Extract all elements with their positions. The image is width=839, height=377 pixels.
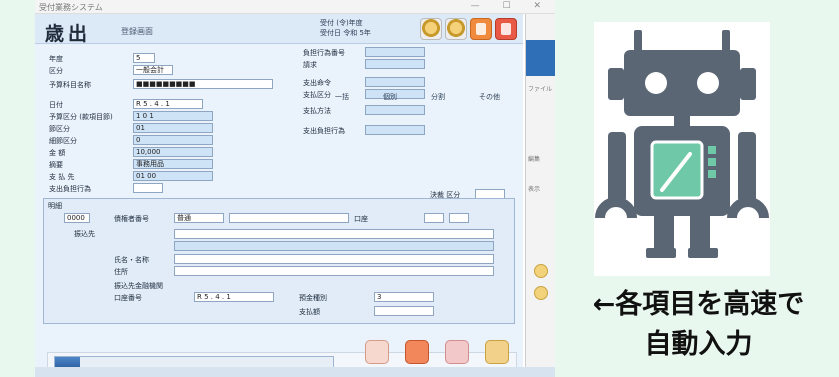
left-field-label: 年度: [49, 55, 63, 63]
right-field-label: 支出命令: [303, 79, 331, 87]
amount-label: 支払額: [299, 308, 320, 316]
address-label: 住所: [114, 268, 128, 276]
footer-button-4[interactable]: [485, 340, 509, 364]
left-field-input[interactable]: 01 00: [133, 171, 213, 181]
scroll-up-button[interactable]: [534, 264, 548, 278]
date-field[interactable]: R 5 . 4 . 1: [194, 292, 274, 302]
left-field-label: 金 額: [49, 149, 66, 157]
left-field-label: 日付: [49, 101, 63, 109]
left-field-input[interactable]: 5: [133, 53, 155, 63]
footer-button-1[interactable]: [365, 340, 389, 364]
folder-icon[interactable]: [445, 18, 467, 40]
footer-button-2[interactable]: [405, 340, 429, 364]
right-field-label: 支出負担行為: [303, 127, 345, 135]
left-field-input[interactable]: 0: [133, 135, 213, 145]
left-field-label: 支出負担行為: [49, 185, 91, 193]
address-field[interactable]: [174, 266, 494, 276]
background-window-header: [526, 40, 555, 76]
left-field-label: 支 払 先: [49, 173, 75, 181]
left-field-label: 細節区分: [49, 137, 77, 145]
right-field-input[interactable]: [365, 105, 425, 115]
left-field-input[interactable]: ■■■■■■■■■: [133, 79, 273, 89]
creditor-label: 債権者番号: [114, 215, 149, 223]
left-field-input[interactable]: 10,000: [133, 147, 213, 157]
right-field-input[interactable]: [365, 59, 425, 69]
taskbar: [35, 367, 555, 377]
right-field-label: 請求: [303, 61, 317, 69]
account-label: 口座: [354, 215, 368, 223]
left-field-input[interactable]: 01: [133, 123, 213, 133]
caption-line1: ←各項目を高速で: [592, 289, 805, 320]
caption-line2: 自動入力: [644, 329, 753, 360]
gear-icon[interactable]: [420, 18, 442, 40]
payment-option[interactable]: 一括: [335, 92, 349, 102]
account-field-b[interactable]: [449, 213, 469, 223]
right-field-label: 支払区分: [303, 91, 331, 99]
robot-card: [594, 22, 770, 276]
left-field-label: 予算区分 (款項目節): [49, 113, 113, 121]
left-field-label: 予算科目名称: [49, 81, 91, 89]
entry-form: 歳出 登録画面 受付 (令)年度 受付日 令和 5年 年度 5 区分 一般会計予算科目…: [35, 14, 523, 372]
left-field-input[interactable]: 1 0 1: [133, 111, 213, 121]
right-field-input[interactable]: [365, 77, 425, 87]
deposit-type-label: 預金種別: [299, 294, 327, 302]
bank-branch-field[interactable]: [174, 241, 494, 251]
account-number-label: 口座番号: [114, 294, 142, 302]
toolbar-info: 受付 (令)年度 受付日 令和 5年: [320, 18, 371, 38]
name-label: 氏名・名称: [114, 256, 149, 264]
detail-panel: 明細 0000 債権者番号 普通 口座 振込先 氏名・名称 住所 振込先金融機関…: [43, 198, 515, 324]
left-field-label: 節区分: [49, 125, 70, 133]
left-field-input[interactable]: R 5 . 4 . 1: [133, 99, 203, 109]
bg-label-1: ファイル: [528, 86, 553, 93]
window-title: 受付業務システム: [39, 3, 103, 12]
app-screenshot: 受付業務システム — ☐ ✕ 歳出 登録画面 受付 (令)年度 受付日 令和 5…: [35, 0, 555, 377]
right-field-label: 負担行為番号: [303, 49, 345, 57]
right-field-input[interactable]: [365, 125, 425, 135]
toolbar-info-line2: 受付日 令和 5年: [320, 29, 371, 37]
robot-icon: [595, 30, 769, 258]
bg-label-3: 表示: [528, 186, 541, 193]
bank-field[interactable]: [174, 229, 494, 239]
right-field-label: 支払方法: [303, 107, 331, 115]
printer-icon[interactable]: [470, 18, 492, 40]
toolbar-info-line1: 受付 (令)年度: [320, 19, 363, 27]
left-field-input[interactable]: [133, 183, 163, 193]
mode-label: 歳出: [45, 23, 92, 45]
bg-label-2: 編集: [528, 156, 541, 163]
left-field-label: 区分: [49, 67, 63, 75]
left-field-input[interactable]: 一般会計: [133, 65, 173, 75]
title-bar: 受付業務システム — ☐ ✕: [35, 0, 555, 14]
detail-code-field[interactable]: 0000: [64, 213, 90, 223]
caption: ←各項目を高速で 自動入力: [558, 285, 839, 365]
background-window: ファイル 編集 表示: [525, 14, 555, 367]
amount-field[interactable]: [374, 306, 434, 316]
deposit-type-field[interactable]: 3: [374, 292, 434, 302]
account-field-a[interactable]: [424, 213, 444, 223]
left-field-label: 摘要: [49, 161, 63, 169]
left-field-input[interactable]: 事務用品: [133, 159, 213, 169]
bank-sub-label: 振込先: [74, 230, 95, 238]
close-icon[interactable]: [495, 18, 517, 40]
creditor-field[interactable]: 普通: [174, 213, 224, 223]
right-field-input[interactable]: [365, 47, 425, 57]
footer-button-3[interactable]: [445, 340, 469, 364]
bank-label: 振込先金融機関: [114, 282, 163, 290]
name-field[interactable]: [174, 254, 494, 264]
creditor-name-field[interactable]: [229, 213, 349, 223]
payment-option[interactable]: 分割: [431, 92, 445, 102]
payment-option[interactable]: 個別: [383, 92, 397, 102]
window-controls[interactable]: — ☐ ✕: [471, 1, 551, 11]
toolbar: 歳出 登録画面 受付 (令)年度 受付日 令和 5年: [35, 14, 523, 45]
payment-option[interactable]: その他: [479, 92, 500, 102]
scroll-down-button[interactable]: [534, 286, 548, 300]
detail-panel-title: 明細: [48, 202, 62, 210]
mode-subtitle: 登録画面: [121, 27, 153, 36]
